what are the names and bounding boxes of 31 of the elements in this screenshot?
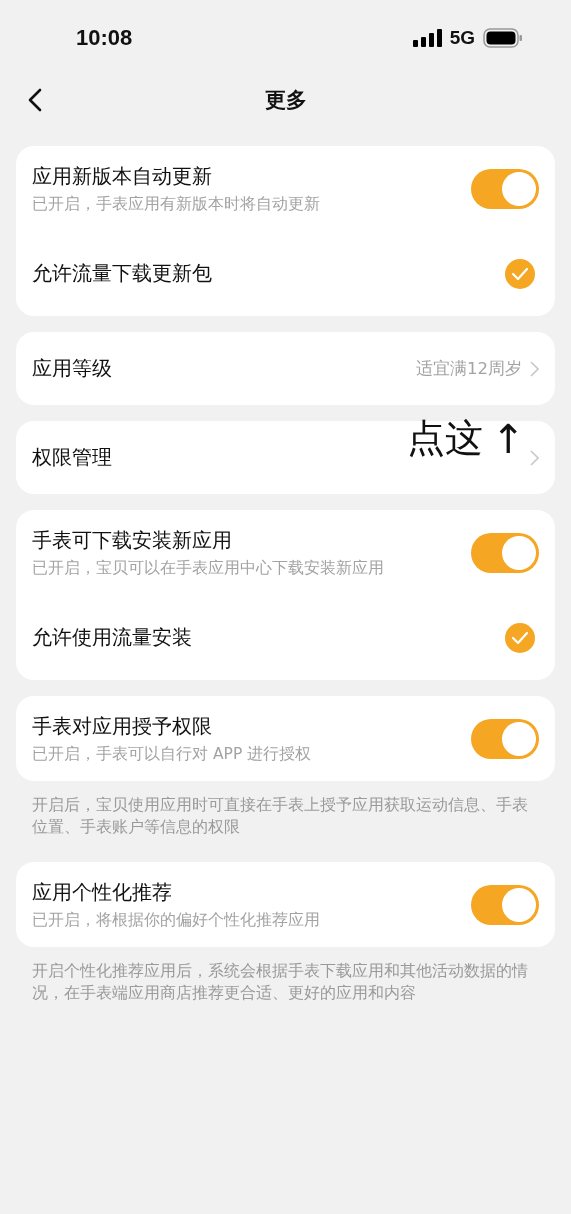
- checkmark-circle[interactable]: [505, 258, 535, 289]
- annotation-text: 点这: [407, 415, 484, 462]
- annotation-arrow: ↑: [491, 415, 525, 462]
- setting-status: 已开启，手表应用有新版本时将自动更新: [32, 193, 320, 215]
- toggle-switch[interactable]: [471, 532, 539, 573]
- setting-title: 允许流量下载更新包: [32, 260, 212, 287]
- page-title: 更多: [264, 87, 307, 114]
- setting-title: 手表对应用授予权限: [32, 712, 213, 740]
- footnote-text: 开启后，宝贝使用应用时可直接在手表上授予应用获取运动信息、手表位置、手表账户等信息的权限: [31, 795, 529, 838]
- row-value: 适宜满12周岁: [416, 357, 522, 380]
- network-type: 5G: [449, 27, 475, 49]
- setting-status: 已开启，将根据你的偏好个性化推荐应用: [32, 909, 320, 931]
- battery-icon: [483, 28, 523, 48]
- setting-title[interactable]: 应用等级: [32, 355, 112, 382]
- footnote-text: 开启个性化推荐应用后，系统会根据手表下载应用和其他活动数据的情况，在手表端应用商店推荐更合适、更好的应用和内容: [31, 961, 529, 1005]
- toggle-switch[interactable]: [471, 884, 539, 925]
- chevron-right-icon: [530, 360, 539, 377]
- back-button[interactable]: [26, 88, 44, 112]
- setting-title: 应用新版本自动更新: [32, 162, 213, 190]
- setting-status: 已开启，手表可以自行对 APP 进行授权: [32, 743, 312, 765]
- setting-status: 已开启，宝贝可以在手表应用中心下载安装新应用: [32, 557, 384, 579]
- toggle-switch[interactable]: [471, 718, 539, 759]
- setting-title: 允许使用流量安装: [32, 624, 192, 651]
- setting-title: 应用个性化推荐: [32, 878, 173, 906]
- checkmark-circle[interactable]: [505, 622, 535, 653]
- setting-title[interactable]: 权限管理: [32, 444, 112, 471]
- toggle-switch[interactable]: [471, 168, 539, 209]
- signal-icon: [412, 29, 442, 47]
- setting-title: 手表可下载安装新应用: [32, 526, 233, 554]
- chevron-right-icon: [530, 449, 539, 466]
- status-time: 10:08: [76, 25, 133, 51]
